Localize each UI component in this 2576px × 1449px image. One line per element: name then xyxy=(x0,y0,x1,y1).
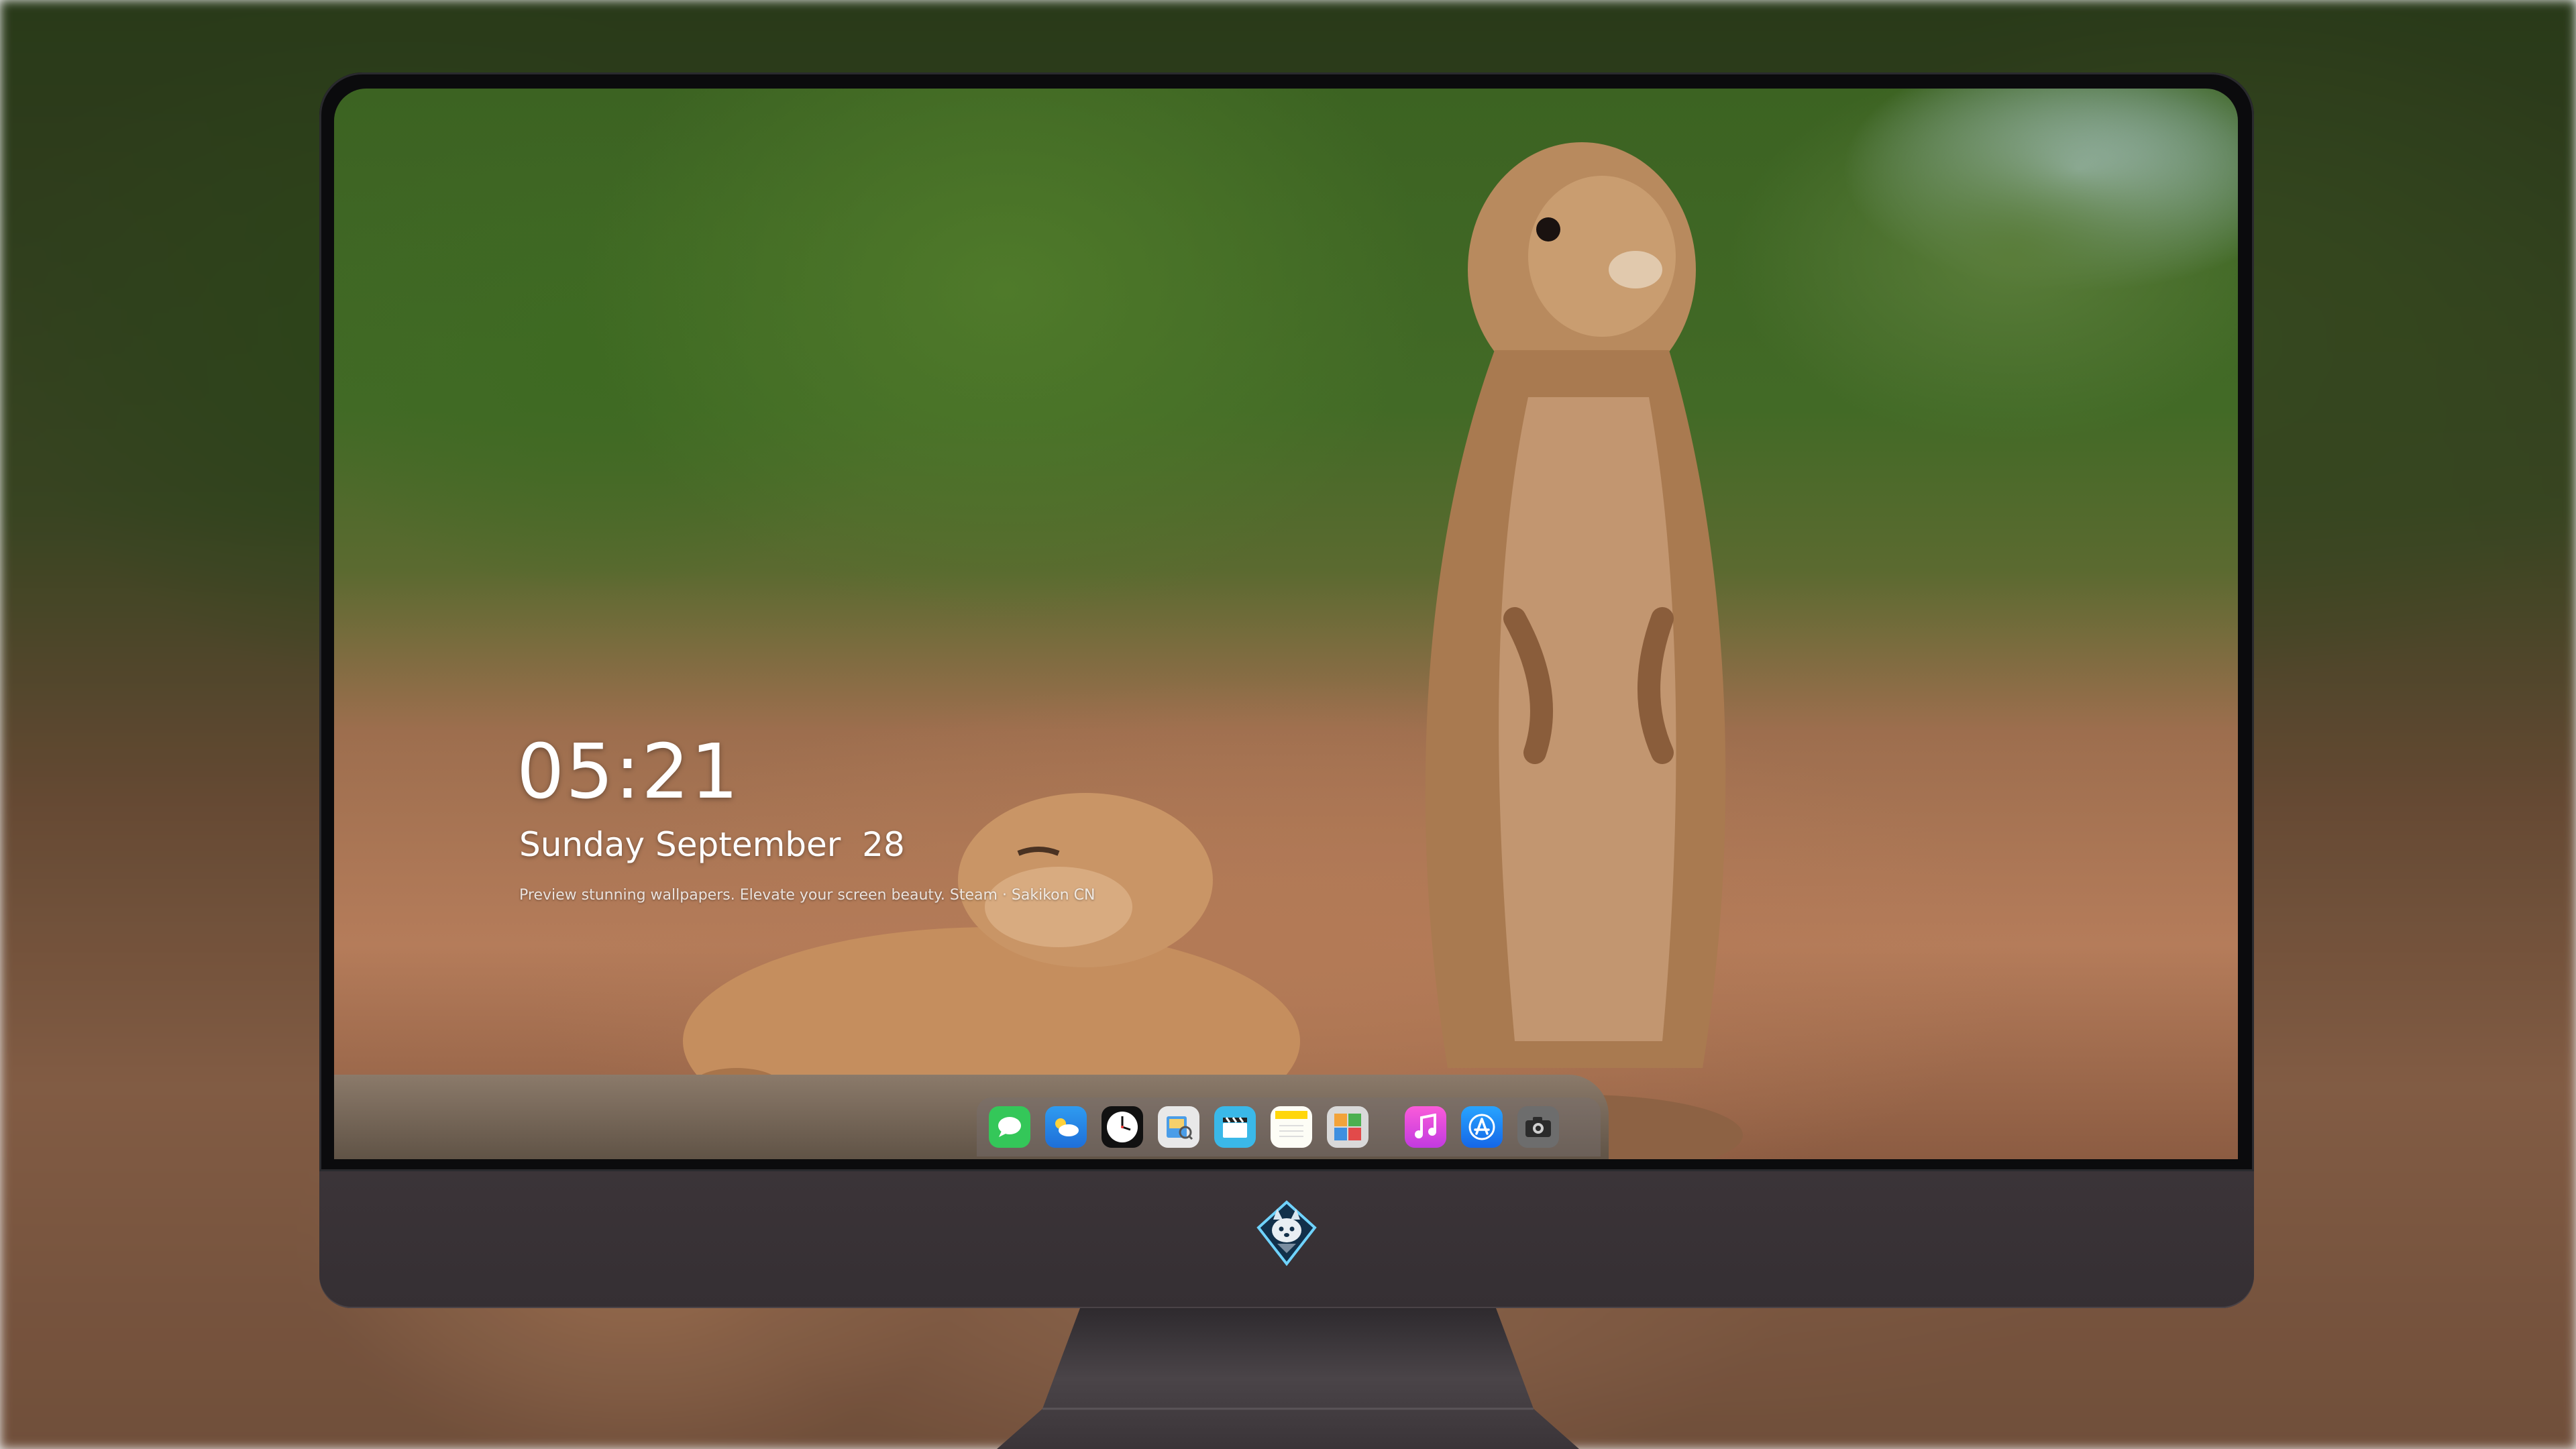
app-store-icon[interactable] xyxy=(1461,1106,1503,1148)
preview-icon[interactable] xyxy=(1158,1106,1199,1148)
gallery-icon[interactable] xyxy=(1327,1106,1368,1148)
music-icon[interactable] xyxy=(1405,1106,1446,1148)
lock-screen-time: 05:21 xyxy=(517,729,740,816)
weather-icon[interactable] xyxy=(1045,1106,1087,1148)
messages-icon[interactable] xyxy=(989,1106,1030,1148)
dock xyxy=(977,1097,1601,1157)
camera-icon[interactable] xyxy=(1517,1106,1559,1148)
notes-icon[interactable] xyxy=(1271,1106,1312,1148)
clapperboard-icon[interactable] xyxy=(1214,1106,1256,1148)
desktop-screen[interactable]: 05:21 Sunday September 28 Preview stunni… xyxy=(334,89,2238,1159)
monitor: 05:21 Sunday September 28 Preview stunni… xyxy=(319,72,2254,1308)
husky-mascot-logo xyxy=(1256,1200,1317,1267)
monitor-stand xyxy=(997,1308,1579,1449)
lock-screen-date: Sunday September 28 xyxy=(519,825,905,864)
lock-screen-tagline: Preview stunning wallpapers. Elevate you… xyxy=(519,887,1095,904)
clock-icon[interactable] xyxy=(1102,1106,1143,1148)
standing-prairie-dog xyxy=(1421,142,1743,1159)
